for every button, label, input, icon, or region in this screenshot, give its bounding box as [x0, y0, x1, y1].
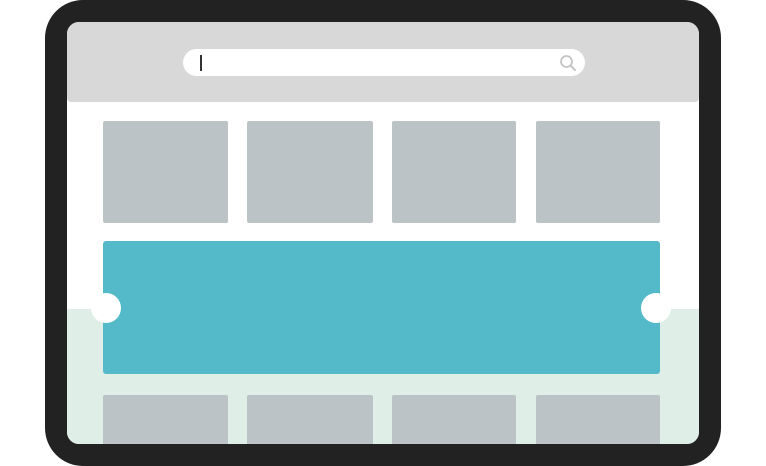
- carousel-prev-handle[interactable]: [91, 293, 121, 323]
- grid-tile-bottom-4[interactable]: [536, 395, 660, 444]
- tablet-screen: [67, 22, 699, 444]
- grid-tile-bottom-2[interactable]: [247, 395, 373, 444]
- app-header: [67, 22, 699, 102]
- carousel-next-handle[interactable]: [641, 293, 671, 323]
- grid-tile-bottom-1[interactable]: [103, 395, 228, 444]
- tablet-device-frame: [45, 0, 721, 466]
- carousel-banner[interactable]: [103, 241, 660, 374]
- grid-tile-top-4[interactable]: [536, 121, 660, 223]
- search-input[interactable]: [201, 53, 541, 72]
- text-cursor: [200, 55, 202, 71]
- grid-tile-top-3[interactable]: [392, 121, 516, 223]
- grid-tile-top-1[interactable]: [103, 121, 228, 223]
- search-icon[interactable]: [559, 54, 577, 72]
- grid-tile-bottom-3[interactable]: [392, 395, 516, 444]
- search-bar[interactable]: [183, 49, 585, 76]
- grid-tile-top-2[interactable]: [247, 121, 373, 223]
